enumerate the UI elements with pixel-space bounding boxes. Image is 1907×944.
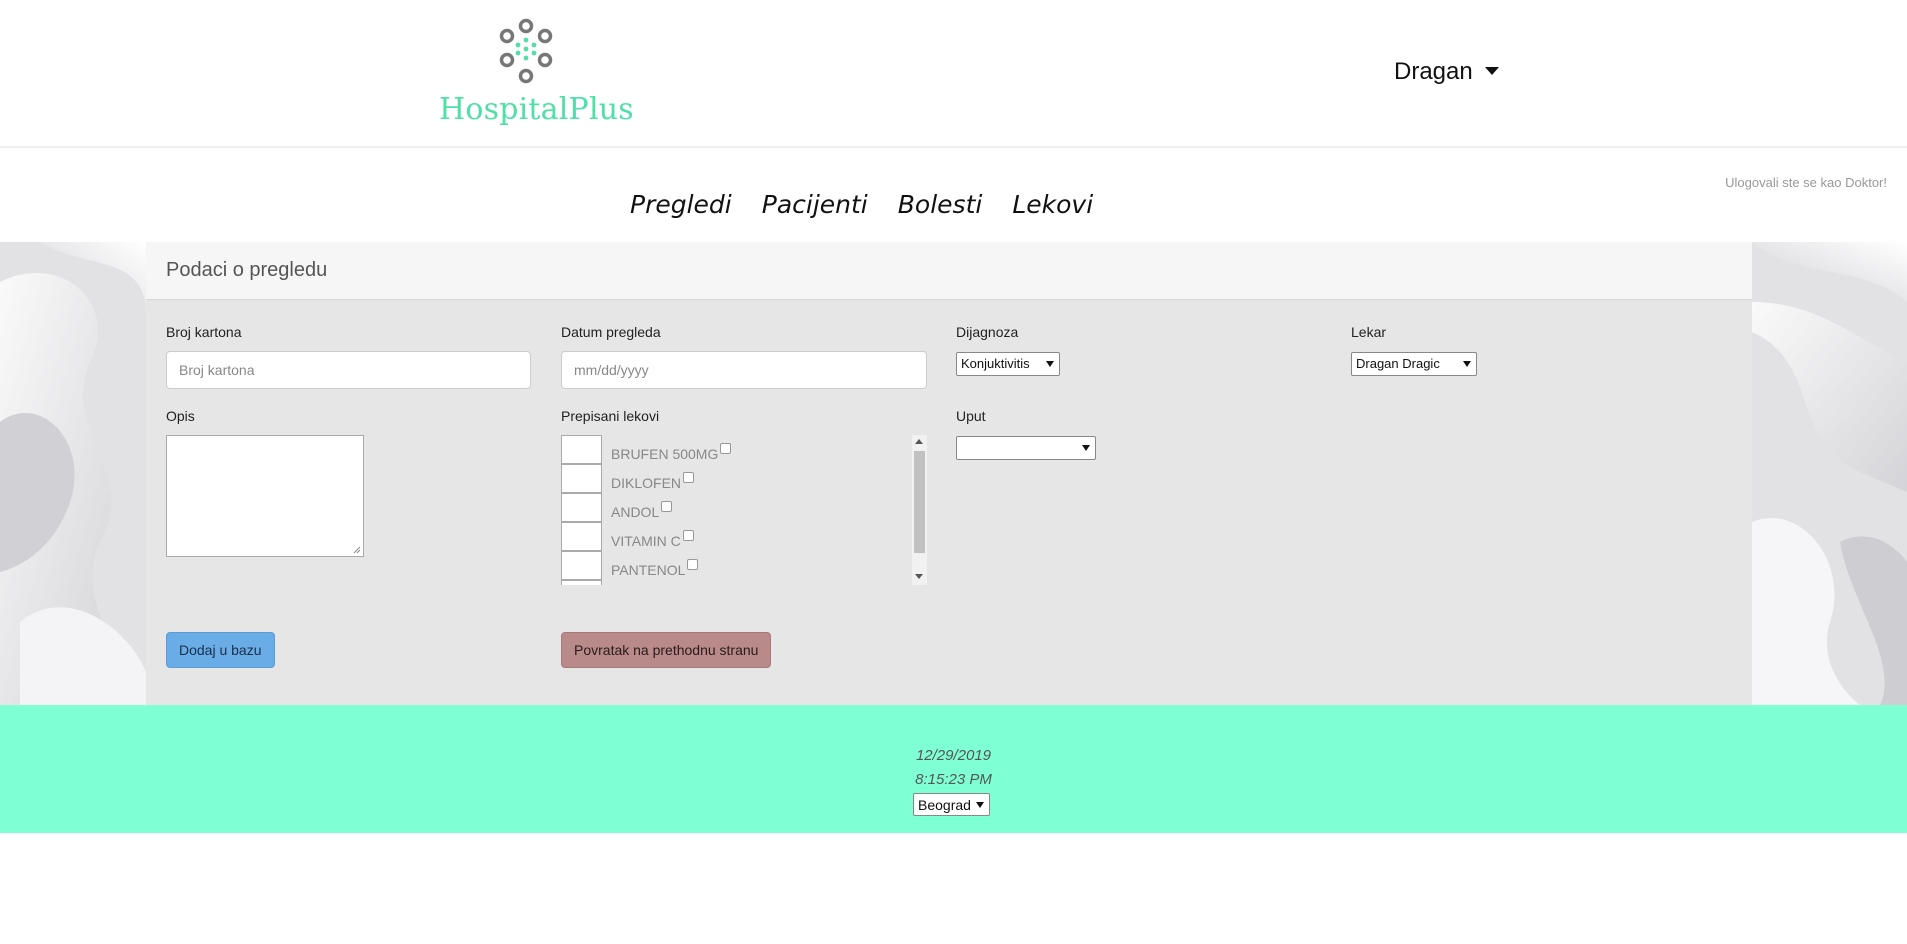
add-to-database-button[interactable]: Dodaj u bazu: [166, 632, 275, 668]
lekar-label: Lekar: [1351, 324, 1387, 340]
medication-name: VITAMIN C: [611, 533, 681, 549]
caret-down-icon: [1484, 66, 1499, 75]
login-status-note: Ulogovali ste se kao Doktor!: [1725, 175, 1887, 190]
site-header: HospitalPlus Dragan: [0, 0, 1907, 148]
lekar-selected-value: Dragan Dragic: [1356, 356, 1440, 371]
hospital-logo-icon: [499, 18, 553, 84]
brand-name: HospitalPlus: [439, 92, 634, 127]
footer-date: 12/29/2019: [915, 747, 992, 764]
medication-name: PANTENOL: [611, 562, 686, 578]
medication-item: ANDOL: [561, 493, 901, 522]
medications-scrollbar[interactable]: [912, 435, 927, 585]
nav-item-pregledi[interactable]: Pregledi: [630, 190, 732, 219]
scrollbar-thumb[interactable]: [914, 451, 925, 553]
broj-kartona-label: Broj kartona: [166, 324, 242, 340]
medication-quantity-input[interactable]: [561, 464, 602, 493]
medication-name: DIKLOFEN: [611, 475, 682, 491]
uput-select[interactable]: [956, 436, 1096, 460]
medication-checkbox[interactable]: [720, 443, 732, 454]
medication-item: DIKLOFEN: [561, 464, 901, 493]
medication-checkbox[interactable]: [661, 501, 673, 512]
dijagnoza-label: Dijagnoza: [956, 324, 1019, 340]
medication-name: BRUFEN 500MG: [611, 446, 719, 462]
panel-title: Podaci o pregledu: [166, 259, 328, 281]
nav-item-pacijenti[interactable]: Pacijenti: [762, 190, 868, 219]
datum-pregleda-input[interactable]: [561, 351, 927, 389]
dropdown-arrow-icon: [1463, 361, 1471, 367]
opis-label: Opis: [166, 408, 195, 424]
footer-time: 8:15:23 PM: [915, 771, 992, 788]
medication-checkbox[interactable]: [687, 559, 699, 570]
resize-grip-icon[interactable]: [353, 546, 361, 554]
scroll-up-arrow-icon[interactable]: [915, 439, 923, 444]
medication-item: PANTENOL: [561, 551, 901, 580]
city-select[interactable]: Beograd: [913, 793, 990, 816]
dijagnoza-selected-value: Konjuktivitis: [961, 356, 1030, 371]
medication-item: BRUFEN 500MG: [561, 435, 901, 464]
exam-form-panel: Podaci o pregledu Broj kartona Datum pre…: [146, 242, 1752, 705]
dijagnoza-select[interactable]: Konjuktivitis: [956, 352, 1060, 376]
dropdown-arrow-icon: [1082, 445, 1090, 451]
medication-quantity-input[interactable]: [561, 551, 602, 580]
dropdown-arrow-icon: [1046, 361, 1054, 367]
medication-quantity-input[interactable]: [561, 435, 602, 464]
medication-quantity-input[interactable]: [561, 580, 602, 585]
city-selected-value: Beograd: [918, 797, 971, 813]
user-menu-toggle[interactable]: Dragan: [1394, 58, 1499, 86]
user-name: Dragan: [1394, 58, 1473, 85]
nav-item-bolesti[interactable]: Bolesti: [898, 190, 983, 219]
nav-item-lekovi[interactable]: Lekovi: [1012, 190, 1093, 219]
main-nav: Pregledi Pacijenti Bolesti Lekovi Ulogov…: [0, 150, 1907, 242]
broj-kartona-input[interactable]: [166, 351, 531, 389]
back-button[interactable]: Povratak na prethodnu stranu: [561, 632, 772, 668]
medication-name: ANDOL: [611, 504, 660, 520]
brand-logo[interactable]: HospitalPlus: [430, 18, 634, 130]
medication-quantity-input[interactable]: [561, 522, 602, 551]
medication-item: VITAMIN C: [561, 522, 901, 551]
medication-item-partial: [561, 580, 901, 585]
panel-header: Podaci o pregledu: [146, 242, 1752, 300]
medication-checkbox[interactable]: [683, 472, 695, 483]
prepisani-lekovi-label: Prepisani lekovi: [561, 408, 660, 424]
medications-list: BRUFEN 500MG DIKLOFEN ANDOL VITAMIN C PA…: [561, 435, 927, 585]
datum-pregleda-label: Datum pregleda: [561, 324, 661, 340]
uput-label: Uput: [956, 408, 986, 424]
lekar-select[interactable]: Dragan Dragic: [1351, 352, 1477, 376]
dropdown-arrow-icon: [975, 802, 984, 808]
opis-textarea[interactable]: [166, 435, 364, 557]
site-footer: 12/29/2019 8:15:23 PM Beograd: [0, 705, 1907, 833]
medication-checkbox[interactable]: [682, 530, 694, 541]
medication-quantity-input[interactable]: [561, 493, 602, 522]
scroll-down-arrow-icon[interactable]: [915, 574, 923, 579]
